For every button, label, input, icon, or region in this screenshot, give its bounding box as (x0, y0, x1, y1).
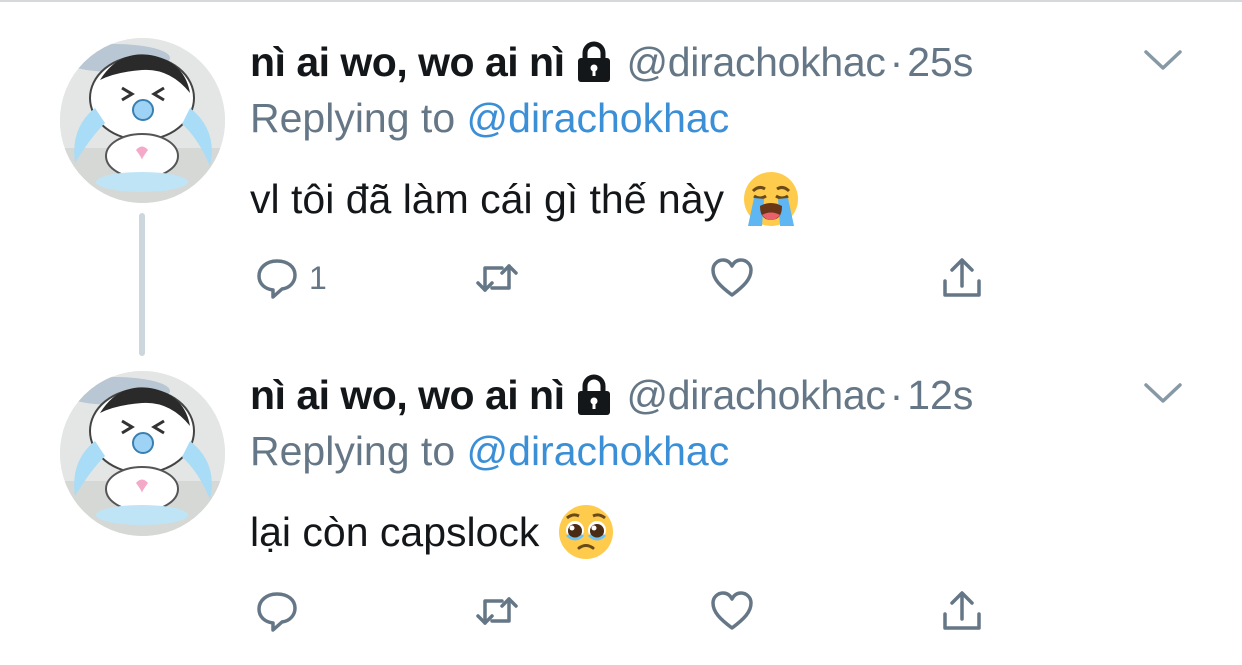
tweet-text: lại còn capslock (250, 503, 615, 561)
handle[interactable]: @dirachokhac (626, 39, 885, 86)
tweet-header: nì ai wo, wo ai nì @dirachokhac · 25s (250, 34, 973, 90)
share-button[interactable] (940, 583, 984, 639)
heart-icon (711, 591, 753, 630)
tweet-header: nì ai wo, wo ai nì @dirachokhac · 12s (250, 367, 973, 423)
avatar[interactable] (60, 371, 225, 536)
tweet-text-content: lại còn capslock (250, 508, 540, 555)
replying-to: Replying to @dirachokhac (250, 95, 729, 142)
reply-button[interactable] (255, 583, 309, 639)
tweet-text: vl tôi đã làm cái gì thế này (250, 170, 800, 228)
reply-button[interactable]: 1 (255, 250, 327, 306)
lock-icon (578, 41, 611, 82)
mention-link[interactable]: @dirachokhac (467, 95, 730, 141)
reply-icon (257, 592, 297, 632)
reply-icon (257, 259, 297, 299)
like-button[interactable] (710, 250, 754, 306)
avatar[interactable] (60, 38, 225, 203)
retweet-icon (476, 597, 518, 625)
retweet-button[interactable] (475, 250, 519, 306)
retweet-button[interactable] (475, 583, 519, 639)
tweet-text-content: vl tôi đã làm cái gì thế này (250, 175, 725, 222)
mention-link[interactable]: @dirachokhac (467, 428, 730, 474)
replying-to: Replying to @dirachokhac (250, 428, 729, 475)
tweet[interactable]: nì ai wo, wo ai nì @dirachokhac · 25s Re… (0, 0, 1242, 330)
share-icon (943, 258, 981, 297)
share-icon (943, 591, 981, 630)
heart-icon (711, 258, 753, 297)
reply-count: 1 (309, 259, 327, 296)
replying-prefix: Replying to (250, 428, 467, 474)
pleading-face-icon (559, 505, 614, 559)
like-button[interactable] (710, 583, 754, 639)
display-name[interactable]: nì ai wo, wo ai nì (250, 39, 565, 86)
display-name[interactable]: nì ai wo, wo ai nì (250, 372, 565, 419)
loudly-crying-face-icon (744, 172, 799, 226)
chevron-down-icon[interactable] (1142, 44, 1184, 74)
separator-dot: · (889, 371, 904, 418)
replying-prefix: Replying to (250, 95, 467, 141)
share-button[interactable] (940, 250, 984, 306)
handle[interactable]: @dirachokhac (626, 372, 885, 419)
timestamp[interactable]: 12s (907, 372, 973, 419)
timestamp[interactable]: 25s (907, 39, 973, 86)
retweet-icon (476, 264, 518, 292)
tweet[interactable]: nì ai wo, wo ai nì @dirachokhac · 12s Re… (0, 333, 1242, 663)
lock-icon (578, 374, 611, 415)
separator-dot: · (889, 38, 904, 85)
chevron-down-icon[interactable] (1142, 377, 1184, 407)
